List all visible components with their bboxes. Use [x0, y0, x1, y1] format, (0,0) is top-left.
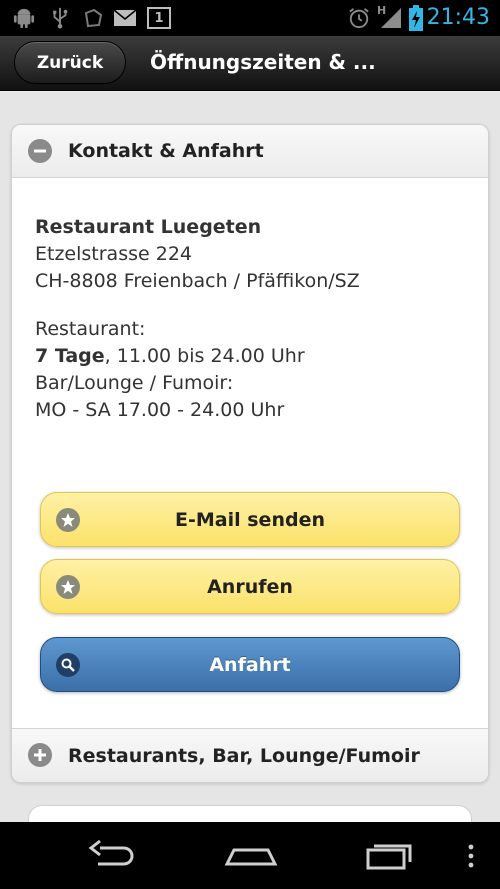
restaurants-section-header[interactable]: Restaurants, Bar, Lounge/Fumoir	[12, 729, 488, 782]
city-address: CH-8808 Freienbach / Pfäffikon/SZ	[35, 270, 360, 292]
contact-section-body: Restaurant Luegeten Etzelstrasse 224 CH-…	[12, 178, 488, 729]
app-header: Zurück Öffnungszeiten & ...	[0, 36, 500, 91]
contact-section-title: Kontakt & Anfahrt	[68, 140, 264, 162]
call-button-label: Anrufen	[207, 575, 293, 598]
signal-icon	[381, 8, 401, 28]
bar-hours: MO - SA 17.00 - 24.00 Uhr	[35, 399, 285, 421]
battery-charging-icon	[409, 5, 423, 31]
street-address: Etzelstrasse 224	[35, 243, 192, 265]
star-icon	[56, 508, 80, 532]
recent-apps-icon[interactable]	[364, 836, 416, 876]
app-icon	[84, 8, 103, 28]
back-nav-icon[interactable]	[86, 836, 136, 876]
usb-icon	[53, 7, 68, 29]
restaurant-hours: 7 Tage, 11.00 bis 24.00 Uhr	[35, 343, 305, 370]
directions-button-label: Anfahrt	[209, 653, 291, 676]
home-nav-icon[interactable]	[224, 836, 278, 876]
star-icon	[56, 575, 80, 599]
call-button[interactable]: Anrufen	[40, 559, 460, 614]
bar-hours-label: Bar/Lounge / Fumoir:	[35, 372, 234, 394]
search-icon	[56, 653, 80, 677]
menu-icon[interactable]	[466, 836, 476, 876]
minus-icon	[28, 139, 52, 163]
navigation-bar	[0, 822, 500, 889]
status-bar: 1 H 21:43	[0, 0, 500, 36]
notification-count-icon: 1	[147, 7, 171, 29]
email-button[interactable]: E-Mail senden	[40, 492, 460, 547]
restaurants-section-title: Restaurants, Bar, Lounge/Fumoir	[68, 744, 420, 767]
opening-hours: Restaurant: 7 Tage, 11.00 bis 24.00 Uhr …	[35, 316, 305, 424]
android-debug-icon	[13, 8, 35, 29]
mail-icon	[113, 9, 137, 26]
email-button-label: E-Mail senden	[175, 508, 325, 531]
next-card[interactable]	[28, 805, 472, 822]
restaurant-time: , 11.00 bis 24.00 Uhr	[104, 345, 305, 367]
content-area[interactable]: Kontakt & Anfahrt Restaurant Luegeten Et…	[0, 92, 500, 822]
plus-icon	[28, 743, 52, 767]
address-block: Restaurant Luegeten Etzelstrasse 224 CH-…	[35, 214, 360, 295]
page-title: Öffnungszeiten & ...	[150, 50, 376, 74]
restaurant-hours-label: Restaurant:	[35, 318, 146, 340]
directions-button[interactable]: Anfahrt	[40, 637, 460, 692]
restaurant-days: 7 Tage	[35, 345, 105, 367]
clock: 21:43	[426, 5, 490, 30]
alarm-icon	[349, 8, 369, 29]
contact-section-header[interactable]: Kontakt & Anfahrt	[12, 125, 488, 178]
back-button[interactable]: Zurück	[14, 41, 126, 84]
restaurant-name: Restaurant Luegeten	[35, 216, 262, 238]
collapsible-set: Kontakt & Anfahrt Restaurant Luegeten Et…	[11, 124, 489, 783]
